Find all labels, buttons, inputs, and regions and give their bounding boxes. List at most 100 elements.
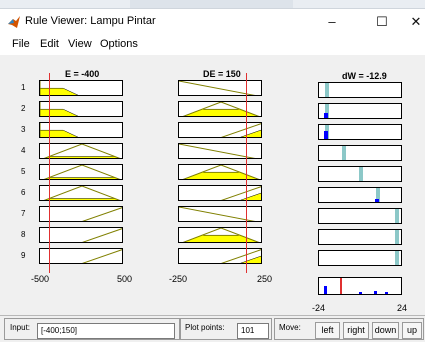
input-label: Input: <box>10 323 31 332</box>
input-panel: Input: [-400;150] <box>4 318 180 340</box>
rule-number: 5 <box>21 167 26 176</box>
menu-view[interactable]: View <box>68 38 92 50</box>
output-dw-header: dW = -12.9 <box>342 71 387 81</box>
de-min-tick: -250 <box>169 274 188 284</box>
mf-curve <box>82 249 122 263</box>
rule-number: 7 <box>21 209 26 218</box>
e-membership-cell <box>39 101 123 117</box>
dw-output-cell <box>318 250 402 266</box>
e-membership-cell <box>39 164 123 180</box>
dw-output-cell <box>318 208 402 224</box>
de-membership-cell <box>178 248 262 264</box>
dw-aggregate-bar <box>385 292 388 294</box>
move-panel: Move: left right down up <box>274 318 424 340</box>
menu-file[interactable]: File <box>12 38 30 50</box>
dw-aggregate-bar <box>359 292 362 294</box>
e-max-tick: 500 <box>117 274 133 284</box>
dw-output-cell <box>318 124 402 140</box>
e-membership-cell <box>39 143 123 159</box>
top-strip-highlight <box>130 0 293 8</box>
dw-output-bar <box>395 251 399 265</box>
mf-fill <box>40 129 79 137</box>
title-bar: Rule Viewer: Lampu Pintar – ☐ ✕ <box>0 9 425 35</box>
e-membership-cell <box>39 206 123 222</box>
mf-curve <box>179 81 256 95</box>
rule-number: 9 <box>21 251 26 260</box>
mf-fill <box>40 87 79 95</box>
mf-fill <box>40 108 79 116</box>
mf-fill <box>44 198 120 200</box>
mf-curve <box>82 228 122 242</box>
menu-bar: File Edit View Options <box>0 35 425 55</box>
mf-curve <box>82 207 122 221</box>
de-membership-cell <box>178 80 262 96</box>
dw-output-bar <box>395 230 399 244</box>
rule-number: 4 <box>21 146 26 155</box>
input-e-header: E = -400 <box>65 69 100 79</box>
menu-edit[interactable]: Edit <box>40 38 59 50</box>
dw-output-fill <box>375 199 379 202</box>
dw-output-bar <box>342 146 346 160</box>
move-left-button[interactable]: left <box>315 322 340 339</box>
maximize-button[interactable]: ☐ <box>370 12 394 32</box>
move-right-button[interactable]: right <box>343 322 369 339</box>
rule-plot-area[interactable]: E = -400 DE = 150 dW = -12.9 1 2 3 4 5 6 7 8 9 -… <box>0 55 425 341</box>
de-input-line[interactable] <box>246 73 247 273</box>
e-min-tick: -500 <box>31 274 50 284</box>
dw-output-fill <box>324 131 328 139</box>
e-membership-cell <box>39 248 123 264</box>
control-bar: Input: [-400;150] Plot points: 101 Move:… <box>0 315 425 342</box>
plot-points-label: Plot points: <box>185 323 225 332</box>
dw-output-cell <box>318 103 402 119</box>
input-field[interactable]: [-400;150] <box>37 323 175 339</box>
rule-viewer-window: Rule Viewer: Lampu Pintar – ☐ ✕ File Edi… <box>0 8 425 342</box>
dw-aggregate-bar <box>324 286 327 294</box>
e-membership-cell <box>39 185 123 201</box>
e-membership-cell <box>39 227 123 243</box>
dw-output-cell <box>318 166 402 182</box>
dw-aggregate-cell <box>318 277 402 295</box>
dw-output-cell <box>318 145 402 161</box>
input-de-header: DE = 150 <box>203 69 241 79</box>
top-strip <box>0 0 425 8</box>
mf-curve <box>179 144 256 158</box>
dw-min-tick: -24 <box>312 303 326 313</box>
dw-output-cell <box>318 82 402 98</box>
dw-output-fill <box>324 113 328 118</box>
plot-points-field[interactable]: 101 <box>237 323 269 339</box>
plot-points-panel: Plot points: 101 <box>180 318 272 340</box>
dw-output-cell <box>318 229 402 245</box>
mf-fill <box>44 177 120 179</box>
de-membership-cell <box>178 206 262 222</box>
close-button[interactable]: ✕ <box>404 12 425 32</box>
dw-aggregate-bar <box>374 291 377 294</box>
menu-options[interactable]: Options <box>100 38 138 50</box>
dw-max-tick: 24 <box>397 303 408 313</box>
de-membership-cell <box>178 101 262 117</box>
move-label: Move: <box>279 323 301 332</box>
dw-output-bar <box>395 209 399 223</box>
de-membership-cell <box>178 164 262 180</box>
rule-number: 1 <box>21 83 26 92</box>
mf-curve <box>179 207 256 221</box>
rule-number: 3 <box>21 125 26 134</box>
move-up-button[interactable]: up <box>402 322 422 339</box>
de-membership-cell <box>178 227 262 243</box>
dw-output-bar <box>359 167 363 181</box>
de-membership-cell <box>178 122 262 138</box>
e-input-line[interactable] <box>49 73 50 273</box>
dw-output-cell <box>318 187 402 203</box>
dw-output-bar <box>325 83 329 97</box>
e-membership-cell <box>39 80 123 96</box>
minimize-button[interactable]: – <box>320 12 344 32</box>
de-membership-cell <box>178 143 262 159</box>
de-max-tick: 250 <box>257 274 273 284</box>
move-down-button[interactable]: down <box>372 322 399 339</box>
dw-centroid-line <box>340 278 342 294</box>
rule-number: 2 <box>21 104 26 113</box>
mf-fill <box>44 156 120 158</box>
e-membership-cell <box>39 122 123 138</box>
matlab-icon <box>8 16 20 28</box>
rule-number: 6 <box>21 188 26 197</box>
rule-number: 8 <box>21 230 26 239</box>
